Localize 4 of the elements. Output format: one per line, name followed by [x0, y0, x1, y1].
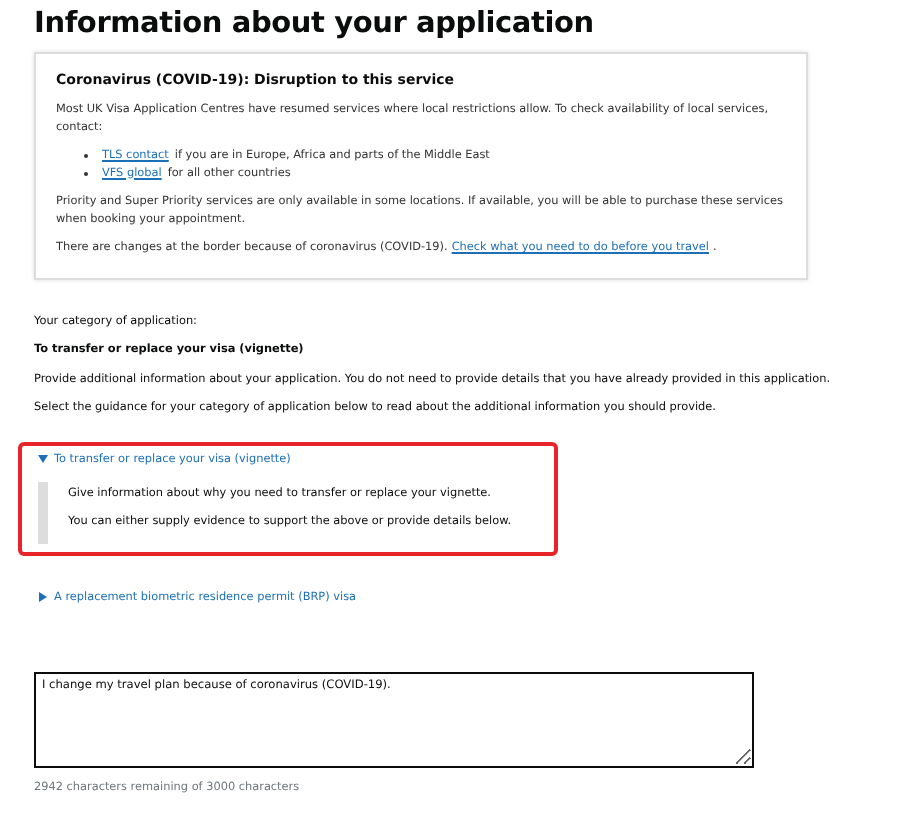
page-heading: Information about your application: [34, 8, 594, 40]
inset-bar: [38, 481, 48, 543]
triangle-icon: [38, 454, 48, 464]
triangle-icon: [38, 592, 48, 602]
